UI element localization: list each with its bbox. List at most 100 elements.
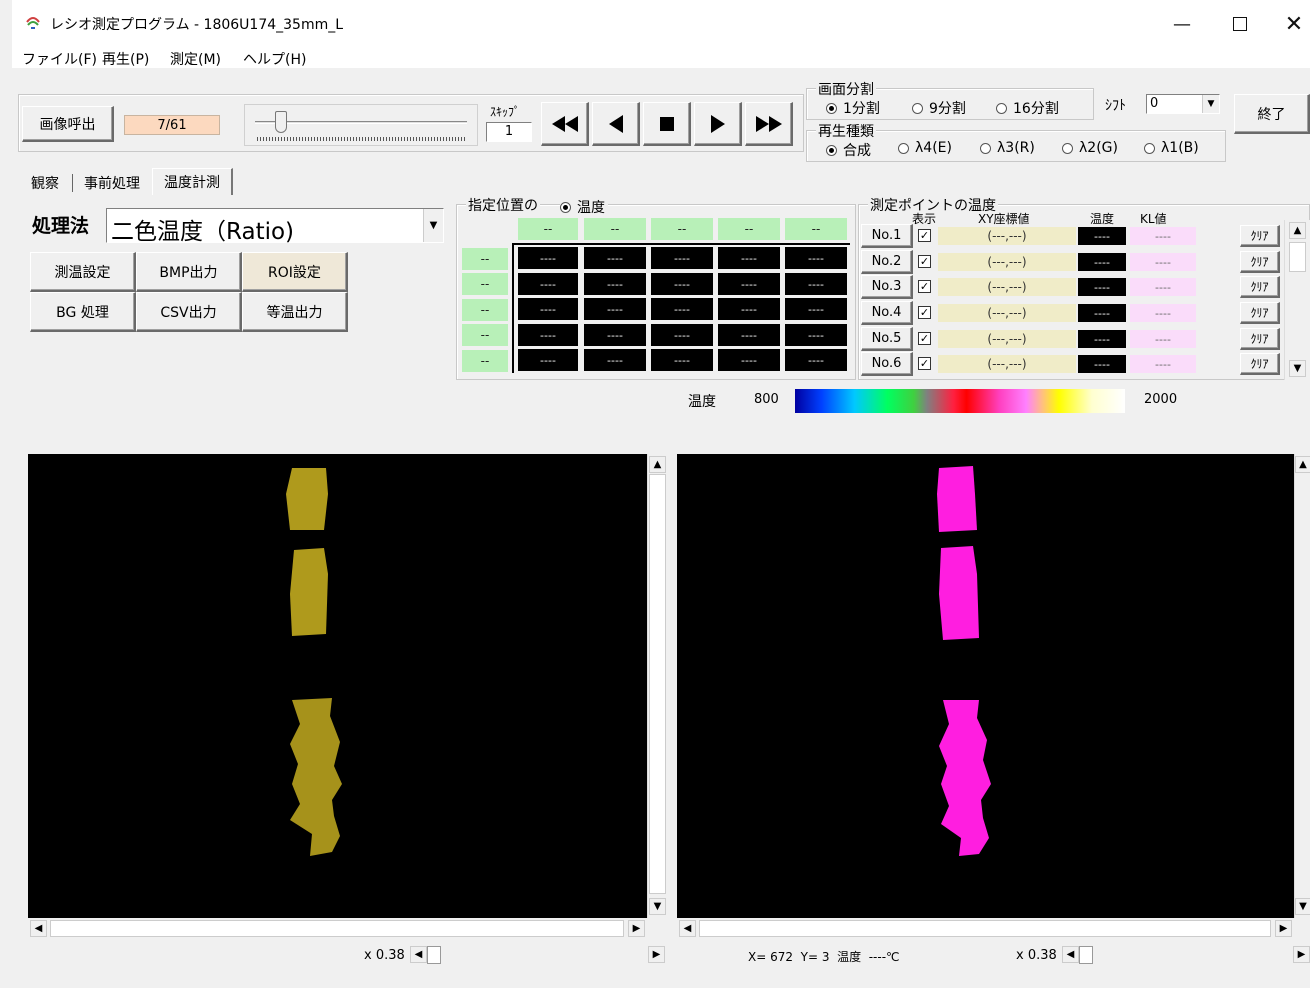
scroll-right-icon[interactable]: ▶ — [1275, 920, 1292, 937]
shift-value: 0 — [1150, 96, 1159, 111]
right-image-viewer[interactable] — [677, 454, 1294, 918]
scroll-up-icon[interactable]: ▲ — [1295, 456, 1310, 473]
split-9-radio[interactable]: 9分割 — [912, 98, 966, 118]
step-back-button[interactable] — [592, 102, 640, 146]
right-zoom-slider[interactable]: ◀ ▶ — [1062, 944, 1310, 966]
csv-output-button[interactable]: CSV出力 — [136, 292, 242, 332]
zoom-thumb[interactable] — [427, 946, 441, 964]
points-scrollbar[interactable]: ▲ ▼ — [1284, 220, 1310, 380]
split-1-radio[interactable]: 1分割 — [826, 98, 880, 118]
load-image-button[interactable]: 画像呼出 — [22, 106, 114, 142]
play-composite-radio[interactable]: 合成 — [826, 140, 871, 160]
show-checkbox[interactable]: ✓ — [918, 357, 931, 370]
maximize-button[interactable] — [1220, 8, 1260, 40]
play-l1-radio[interactable]: λ1(B) — [1144, 140, 1199, 156]
scroll-thumb[interactable] — [1289, 242, 1306, 272]
show-checkbox[interactable]: ✓ — [918, 306, 931, 319]
scroll-thumb[interactable] — [50, 920, 624, 937]
kl-value: ---- — [1130, 227, 1196, 245]
menu-help[interactable]: ヘルプ(H) — [243, 49, 306, 69]
scroll-right-icon[interactable]: ▶ — [1293, 946, 1310, 963]
scroll-left-icon[interactable]: ◀ — [30, 920, 47, 937]
temp-setting-button[interactable]: 測温設定 — [30, 252, 136, 292]
slider-thumb[interactable] — [275, 111, 287, 133]
left-image-viewer[interactable] — [28, 454, 647, 918]
point-number-button[interactable]: No.5 — [861, 327, 913, 351]
tab-temperature[interactable]: 温度計測 — [152, 168, 233, 195]
point-number-button[interactable]: No.6 — [861, 352, 913, 376]
left-hscroll[interactable]: ◀ ▶ — [28, 918, 647, 938]
point-number-button[interactable]: No.1 — [861, 224, 913, 248]
zoom-thumb[interactable] — [1079, 946, 1093, 964]
bmp-output-button[interactable]: BMP出力 — [136, 252, 242, 292]
kl-value: ---- — [1130, 355, 1196, 373]
clear-button[interactable]: ｸﾘｱ — [1240, 353, 1280, 375]
shift-select[interactable]: 0 ▼ — [1146, 94, 1220, 114]
right-vscroll[interactable]: ▲ ▼ — [1294, 454, 1310, 918]
isotherm-output-button[interactable]: 等温出力 — [242, 292, 348, 332]
play-l3-radio[interactable]: λ3(R) — [980, 140, 1035, 156]
show-checkbox[interactable]: ✓ — [918, 229, 931, 242]
scroll-left-icon[interactable]: ◀ — [1062, 946, 1079, 963]
play-l2-label: λ2(G) — [1079, 140, 1118, 156]
skip-input[interactable]: 1 — [486, 122, 532, 142]
left-zoom-slider[interactable]: ◀ ▶ — [410, 944, 668, 966]
temperature-cell: ---- — [584, 349, 646, 371]
play-l4-radio[interactable]: λ4(E) — [898, 140, 952, 156]
scroll-right-icon[interactable]: ▶ — [628, 920, 645, 937]
show-checkbox[interactable]: ✓ — [918, 255, 931, 268]
scroll-down-icon[interactable]: ▼ — [1289, 360, 1306, 377]
chevron-down-icon[interactable]: ▼ — [423, 209, 443, 242]
scroll-left-icon[interactable]: ◀ — [410, 946, 427, 963]
show-checkbox[interactable]: ✓ — [918, 280, 931, 293]
temperature-cell: ---- — [518, 324, 578, 346]
point-number-button[interactable]: No.3 — [861, 275, 913, 299]
stop-button[interactable] — [643, 102, 691, 146]
point-number-button[interactable]: No.4 — [861, 301, 913, 325]
left-blob-bottom — [290, 698, 342, 856]
close-button[interactable]: ✕ — [1274, 8, 1310, 40]
show-checkbox[interactable]: ✓ — [918, 332, 931, 345]
right-hscroll[interactable]: ◀ ▶ — [677, 918, 1294, 938]
scroll-thumb[interactable] — [699, 920, 1271, 937]
split-16-label: 16分割 — [1013, 101, 1059, 117]
play-button[interactable] — [694, 102, 742, 146]
col-kl-label: KL値 — [1140, 212, 1167, 226]
clear-button[interactable]: ｸﾘｱ — [1240, 251, 1280, 273]
minimize-button[interactable]: — — [1162, 8, 1202, 40]
point-number-button[interactable]: No.2 — [861, 250, 913, 274]
frame-slider[interactable] — [244, 104, 478, 146]
clear-button[interactable]: ｸﾘｱ — [1240, 328, 1280, 350]
play-l2-radio[interactable]: λ2(G) — [1062, 140, 1118, 156]
exit-button[interactable]: 終了 — [1234, 94, 1310, 134]
method-select[interactable]: 二色温度（Ratio) ▼ — [106, 208, 444, 245]
left-vscroll[interactable]: ▲ ▼ — [647, 454, 668, 918]
bg-process-button[interactable]: BG 処理 — [30, 292, 136, 332]
tab-preprocess[interactable]: 事前処理 — [76, 172, 148, 194]
scroll-down-icon[interactable]: ▼ — [649, 898, 666, 915]
chevron-down-icon[interactable]: ▼ — [1202, 95, 1219, 113]
temperature-cell: ---- — [651, 247, 713, 269]
rewind-button[interactable] — [541, 102, 589, 146]
clear-button[interactable]: ｸﾘｱ — [1240, 276, 1280, 298]
menu-file[interactable]: ファイル(F) — [22, 49, 97, 69]
scroll-down-icon[interactable]: ▼ — [1295, 898, 1310, 915]
scroll-thumb[interactable] — [649, 474, 666, 894]
tab-observe[interactable]: 観察 — [22, 172, 68, 194]
clear-button[interactable]: ｸﾘｱ — [1240, 302, 1280, 324]
split-16-radio[interactable]: 16分割 — [996, 98, 1059, 118]
designated-temp-radio[interactable]: 温度 — [560, 197, 608, 217]
roi-setting-button[interactable]: ROI設定 — [242, 252, 348, 292]
scroll-left-icon[interactable]: ◀ — [679, 920, 696, 937]
kl-value: ---- — [1130, 278, 1196, 296]
menu-measure[interactable]: 測定(M) — [170, 49, 221, 69]
row-header: -- — [462, 273, 508, 295]
menu-play[interactable]: 再生(P) — [102, 49, 149, 69]
clear-button[interactable]: ｸﾘｱ — [1240, 225, 1280, 247]
scroll-right-icon[interactable]: ▶ — [648, 946, 665, 963]
left-sample-image — [286, 468, 342, 856]
radio-icon — [912, 102, 923, 114]
scroll-up-icon[interactable]: ▲ — [649, 456, 666, 473]
fast-forward-button[interactable] — [745, 102, 793, 146]
scroll-up-icon[interactable]: ▲ — [1289, 222, 1306, 239]
